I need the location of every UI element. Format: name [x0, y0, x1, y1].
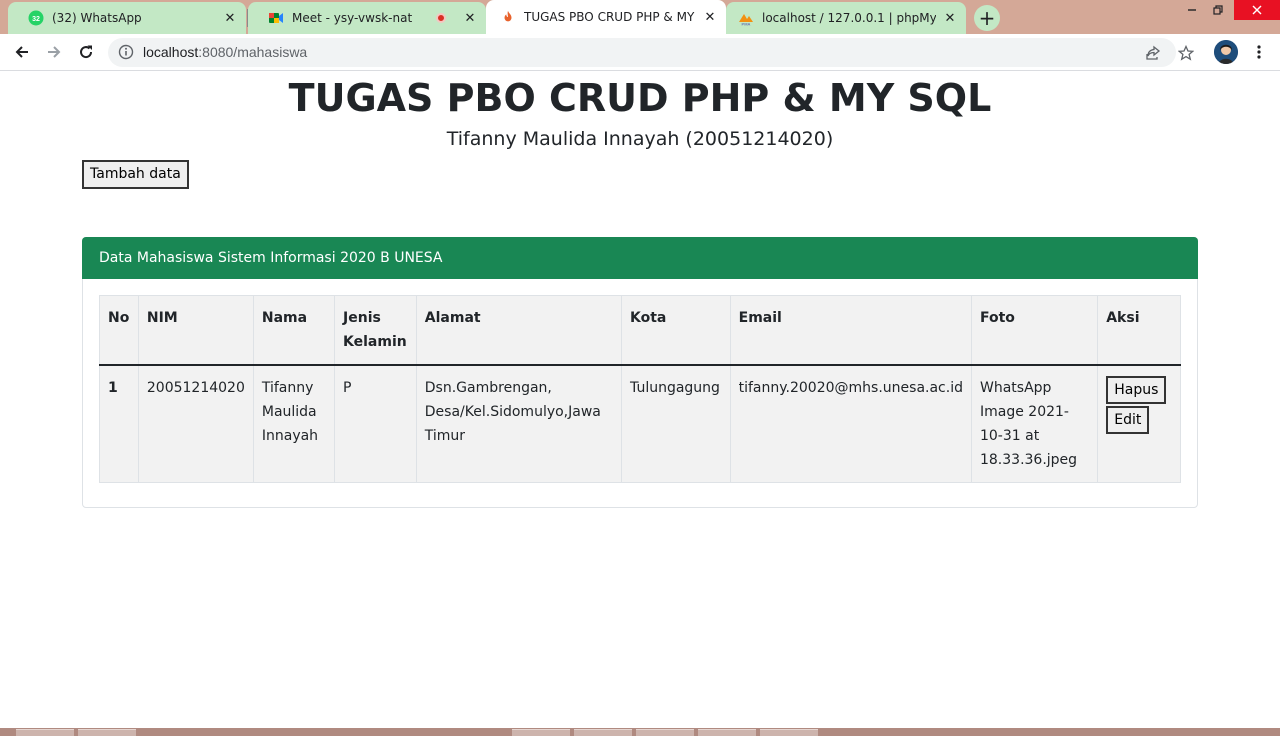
close-icon[interactable]: ✕ [222, 10, 238, 26]
restore-button[interactable] [1206, 0, 1230, 20]
whatsapp-icon: 32 [28, 10, 44, 26]
svg-text:PMA: PMA [742, 22, 751, 27]
taskbar-app-button[interactable] [16, 729, 74, 736]
google-meet-icon [268, 10, 284, 26]
browser-toolbar: localhost:8080/mahasiswa [0, 34, 1280, 71]
column-header-no: No [99, 295, 139, 366]
fire-icon [500, 9, 516, 25]
url-host: localhost [143, 44, 199, 60]
student-table: No NIM Nama Jenis Kelamin Alamat Kota Em… [99, 295, 1181, 483]
os-taskbar [0, 728, 1280, 736]
close-icon[interactable]: ✕ [462, 10, 478, 26]
cell-nim: 20051214020 [137, 364, 254, 483]
share-icon[interactable] [1144, 44, 1162, 62]
taskbar-app-button[interactable] [698, 729, 756, 736]
tab-meet[interactable]: Meet - ysy-vwsk-nat ✕ [248, 2, 486, 34]
info-icon[interactable] [118, 44, 134, 60]
close-icon[interactable]: ✕ [702, 9, 718, 25]
url-path: :8080/mahasiswa [198, 44, 308, 60]
tab-whatsapp[interactable]: 32 (32) WhatsApp ✕ [8, 2, 246, 34]
bookmark-star-icon[interactable] [1177, 44, 1195, 62]
cell-nama: Tifanny Maulida Innayah [252, 364, 336, 483]
tab-phpmyadmin[interactable]: PMA localhost / 127.0.0.1 | phpMyAdmin ✕ [726, 2, 966, 34]
taskbar-app-button[interactable] [636, 729, 694, 736]
reload-button[interactable] [74, 40, 98, 64]
column-header-nim: NIM [137, 295, 254, 366]
cell-aksi: Hapus Edit [1097, 364, 1181, 483]
table-header-row: No NIM Nama Jenis Kelamin Alamat Kota Em… [99, 295, 1181, 366]
address-bar[interactable]: localhost:8080/mahasiswa [108, 38, 1176, 67]
back-button[interactable] [10, 40, 34, 64]
student-data-card: Data Mahasiswa Sistem Informasi 2020 B U… [82, 237, 1198, 508]
cell-alamat: Dsn.Gambrengan, Desa/Kel.Sidomulyo,Jawa … [415, 364, 623, 483]
column-header-alamat: Alamat [415, 295, 623, 366]
window-close-button[interactable] [1234, 0, 1280, 20]
minimize-button[interactable] [1180, 0, 1204, 20]
column-header-kota: Kota [621, 295, 731, 366]
svg-text:32: 32 [32, 16, 40, 23]
arrow-left-icon [15, 46, 28, 58]
taskbar-app-button[interactable] [512, 729, 570, 736]
column-header-email: Email [729, 295, 972, 366]
cell-kota: Tulungagung [621, 364, 731, 483]
forward-button[interactable] [42, 40, 66, 64]
page-subtitle: Tifanny Maulida Innayah (20051214020) [446, 128, 834, 150]
page-content: TUGAS PBO CRUD PHP & MY SQL Tifanny Maul… [0, 71, 1280, 728]
tab-active-tugas[interactable]: TUGAS PBO CRUD PHP & MY SQL ✕ [486, 0, 726, 34]
table-row: 1 20051214020 Tifanny Maulida Innayah P … [99, 364, 1181, 483]
cell-no: 1 [99, 364, 139, 483]
browser-tab-strip: 32 (32) WhatsApp ✕ Meet - ysy-vwsk-nat ✕… [0, 0, 1280, 34]
arrow-right-icon [48, 46, 61, 58]
tab-title: Meet - ysy-vwsk-nat [292, 11, 413, 25]
card-header: Data Mahasiswa Sistem Informasi 2020 B U… [82, 237, 1198, 279]
cell-email: tifanny.20020@mhs.unesa.ac.id [729, 364, 972, 483]
url-text: localhost:8080/mahasiswa [143, 44, 307, 60]
page-title: TUGAS PBO CRUD PHP & MY SQL [288, 76, 992, 120]
column-header-jenis-kelamin: Jenis Kelamin [334, 295, 417, 366]
tab-title: localhost / 127.0.0.1 | phpMyAdmin [762, 11, 936, 25]
browser-menu-icon[interactable] [1250, 40, 1268, 64]
tab-title: TUGAS PBO CRUD PHP & MY SQL [524, 10, 696, 24]
taskbar-app-button[interactable] [78, 729, 136, 736]
phpmyadmin-icon: PMA [738, 10, 754, 26]
column-header-aksi: Aksi [1097, 295, 1181, 366]
profile-avatar[interactable] [1214, 40, 1238, 64]
cell-jenis-kelamin: P [334, 364, 417, 483]
reload-icon [80, 45, 93, 59]
recording-indicator-icon [436, 13, 446, 23]
tab-title: (32) WhatsApp [52, 11, 142, 25]
column-header-foto: Foto [970, 295, 1099, 366]
edit-button[interactable]: Edit [1106, 406, 1150, 434]
delete-button[interactable]: Hapus [1106, 376, 1167, 404]
column-header-nama: Nama [252, 295, 336, 366]
close-icon[interactable]: ✕ [942, 10, 958, 26]
taskbar-app-button[interactable] [760, 729, 818, 736]
taskbar-app-button[interactable] [574, 729, 632, 736]
new-tab-button[interactable]: + [974, 5, 1000, 31]
add-data-button[interactable]: Tambah data [82, 160, 189, 189]
cell-foto: WhatsApp Image 2021-10-31 at 18.33.36.jp… [970, 364, 1099, 483]
